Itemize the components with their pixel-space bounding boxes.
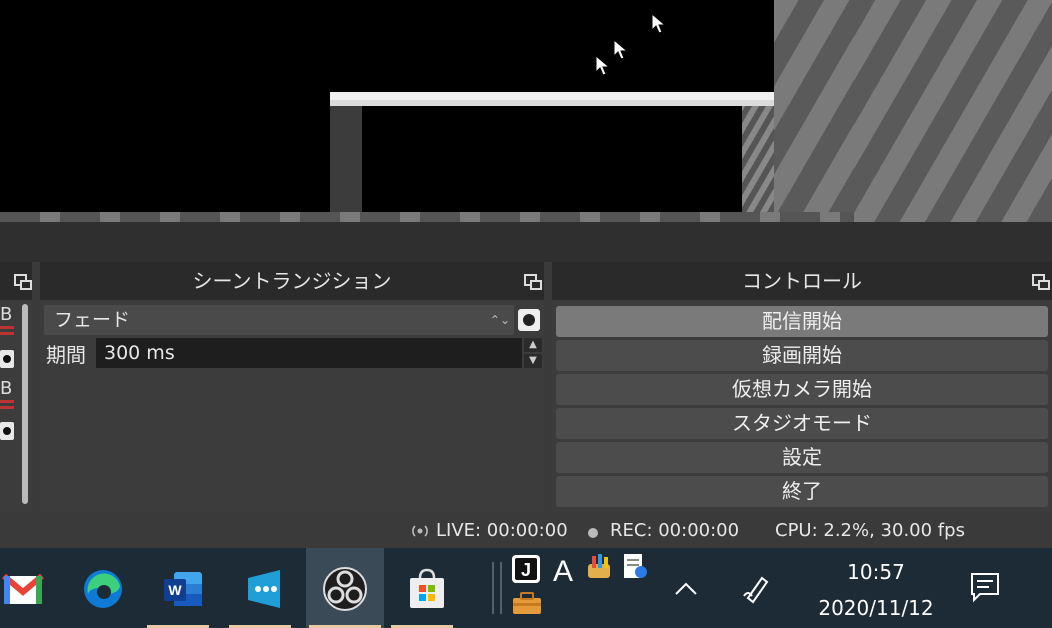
controls-dock-header: コントロール xyxy=(552,262,1052,300)
nested-title-bar xyxy=(330,92,774,100)
mixer-level-bar xyxy=(0,332,14,335)
chevron-up-icon[interactable] xyxy=(672,576,700,600)
taskbar-separator xyxy=(500,562,502,614)
mixer-meter-label: B xyxy=(0,304,13,325)
mixer-level-bar xyxy=(0,326,14,329)
controls-dock-title: コントロール xyxy=(742,269,862,293)
nested-preview-window xyxy=(330,92,774,212)
nested-preview xyxy=(362,106,742,212)
mouse-cursor-icon xyxy=(613,38,629,60)
mixer-level-bar xyxy=(0,406,14,409)
taskbar-separator xyxy=(492,562,494,614)
status-bar: LIVE: 00:00:00 REC: 00:00:00 CPU: 2.2%, … xyxy=(0,512,1052,548)
preview-background-pattern xyxy=(774,0,854,212)
audio-mixer-dock: B B xyxy=(0,262,32,512)
doc-icon[interactable] xyxy=(620,552,650,582)
svg-text:A: A xyxy=(553,555,573,586)
studio-mode-button[interactable]: スタジオモード xyxy=(556,408,1048,439)
rec-indicator-icon xyxy=(588,528,598,538)
taskbar-edge[interactable] xyxy=(64,548,142,628)
mixer-meter-label: B xyxy=(0,378,13,399)
controls-dock: コントロール 配信開始 録画開始 仮想カメラ開始 スタジオモード 設定 終了 xyxy=(552,262,1052,512)
transitions-dock-title: シーントランジション xyxy=(192,269,392,293)
svg-text:J: J xyxy=(521,560,531,580)
live-timer: LIVE: 00:00:00 xyxy=(436,520,568,541)
duration-input[interactable]: 300 ms xyxy=(96,338,522,368)
preview-bottom-border xyxy=(0,212,854,222)
start-recording-button[interactable]: 録画開始 xyxy=(556,340,1048,371)
pen-icon[interactable] xyxy=(740,572,772,604)
start-streaming-button[interactable]: 配信開始 xyxy=(556,306,1048,337)
clock-date[interactable]: 2020/11/12 xyxy=(800,596,952,620)
chevron-up-icon[interactable]: ▲ xyxy=(524,338,542,352)
chevron-down-icon[interactable]: ▼ xyxy=(524,354,542,368)
svg-text:W: W xyxy=(168,582,182,598)
preview-canvas[interactable] xyxy=(0,0,1052,222)
mixer-dock-header xyxy=(0,262,32,300)
rec-timer: REC: 00:00:00 xyxy=(610,520,740,541)
mixer-level-bar xyxy=(0,400,14,403)
notification-icon[interactable] xyxy=(968,570,1002,604)
edge-icon xyxy=(84,570,122,608)
preview-background-pattern xyxy=(854,0,1052,222)
mouse-cursor-icon xyxy=(651,12,667,34)
duration-value: 300 ms xyxy=(104,342,175,364)
cpu-fps-readout: CPU: 2.2%, 30.00 fps xyxy=(775,520,965,541)
word-icon: W xyxy=(164,572,202,606)
transitions-dock-header: シーントランジション xyxy=(40,262,544,300)
taskbar-word[interactable]: W xyxy=(144,548,222,628)
obs-icon xyxy=(323,567,367,611)
clock-time[interactable]: 10:57 xyxy=(820,560,932,584)
exit-button[interactable]: 終了 xyxy=(556,476,1048,507)
scene-transitions-dock: シーントランジション フェード ⌃⌄ 期間 300 ms ▲ ▼ xyxy=(40,262,544,512)
select-arrows-icon: ⌃⌄ xyxy=(489,313,510,327)
nested-background-pattern xyxy=(742,106,774,212)
start-virtual-camera-button[interactable]: 仮想カメラ開始 xyxy=(556,374,1048,405)
broadcast-icon xyxy=(412,525,428,537)
j-icon[interactable]: J xyxy=(510,554,542,584)
undock-icon[interactable] xyxy=(1032,274,1050,290)
taskbar-obs[interactable] xyxy=(306,548,384,628)
transition-select-value: フェード xyxy=(54,309,131,331)
undock-icon[interactable] xyxy=(14,274,32,290)
mixer-settings-icon[interactable] xyxy=(0,422,14,440)
taskbar-app[interactable] xyxy=(226,548,304,628)
preview-gap xyxy=(0,222,1052,262)
taskbar-gmail[interactable] xyxy=(0,548,62,628)
paint-icon[interactable] xyxy=(584,552,614,582)
settings-button[interactable]: 設定 xyxy=(556,442,1048,473)
gmail-icon xyxy=(2,573,44,604)
duration-label: 期間 xyxy=(46,343,86,367)
transition-select[interactable]: フェード ⌃⌄ xyxy=(44,305,514,335)
a-icon[interactable]: A xyxy=(548,552,578,586)
transition-properties-icon[interactable] xyxy=(518,309,540,331)
taskbar-store[interactable] xyxy=(388,548,466,628)
mouse-cursor-icon xyxy=(595,54,611,76)
toolbox-icon[interactable] xyxy=(510,588,544,618)
store-icon xyxy=(410,568,444,608)
duration-spinner: ▲ ▼ xyxy=(524,338,542,368)
app-icon xyxy=(248,570,280,608)
mixer-settings-icon[interactable] xyxy=(0,350,14,368)
undock-icon[interactable] xyxy=(524,274,542,290)
mixer-scrollbar[interactable] xyxy=(22,304,28,504)
